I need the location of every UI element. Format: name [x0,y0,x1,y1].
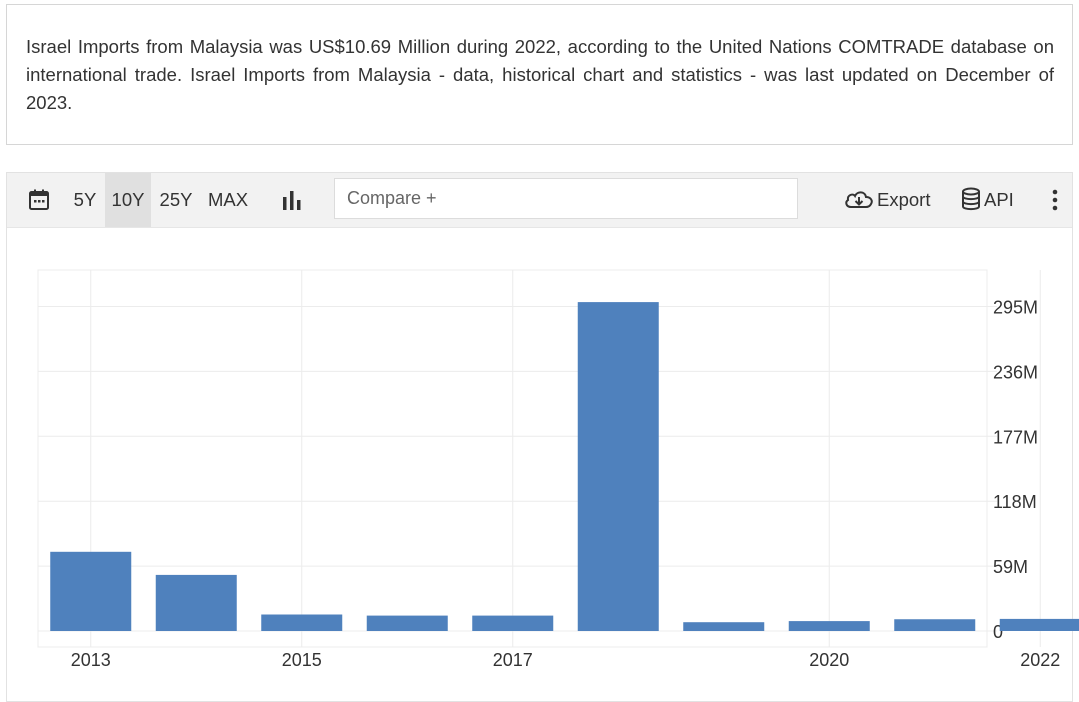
description-text: Israel Imports from Malaysia was US$10.6… [26,36,1054,113]
bar-chart-icon[interactable] [275,173,309,227]
range-5y-button[interactable]: 5Y [67,173,103,227]
api-button[interactable]: API [961,173,1025,227]
range-25y-button[interactable]: 25Y [155,173,197,227]
range-10y-button[interactable]: 10Y [105,173,151,227]
api-label: API [984,189,1014,210]
export-label: Export [877,189,931,210]
cloud-download-icon [845,191,873,208]
export-button[interactable]: Export [843,173,939,227]
chart-toolbar: 5Y 10Y 25Y MAX Export API [7,173,1072,228]
description-panel: Israel Imports from Malaysia was US$10.6… [6,4,1073,145]
chart-panel: 5Y 10Y 25Y MAX Export API [6,172,1073,702]
compare-input[interactable] [334,178,798,219]
more-options-icon[interactable] [1045,173,1065,227]
calendar-icon[interactable] [25,173,53,227]
database-icon [962,187,980,211]
range-max-button[interactable]: MAX [203,173,253,227]
